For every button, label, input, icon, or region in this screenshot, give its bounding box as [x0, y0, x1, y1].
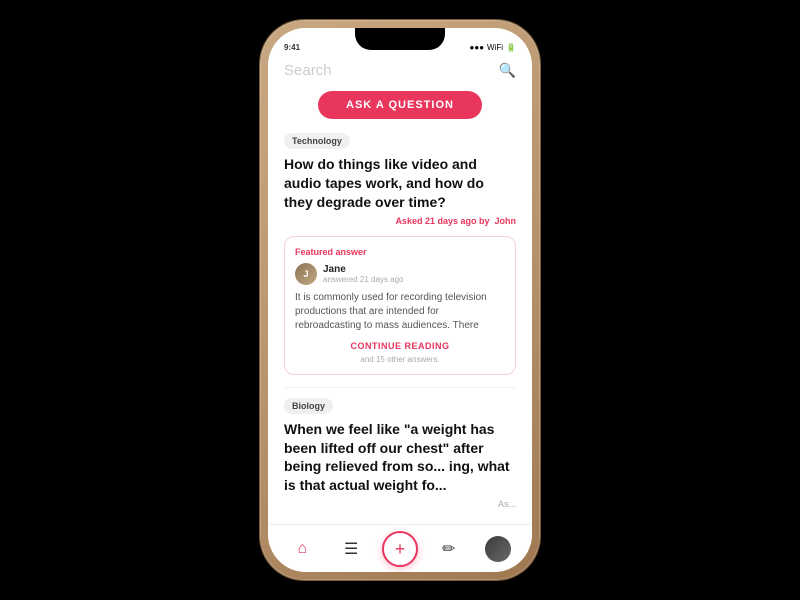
nav-profile[interactable] — [480, 531, 516, 567]
search-placeholder: Search — [284, 62, 332, 79]
answerer-name: Jane — [323, 264, 404, 275]
category-tag-1: Technology — [284, 133, 350, 149]
phone-frame: 9:41 ●●● WiFi 🔋 Search 🔍 ASK A QUESTION — [260, 20, 540, 580]
category-tag-2: Biology — [284, 398, 333, 414]
ask-button-container: ASK A QUESTION — [268, 87, 532, 131]
status-time: 9:41 — [284, 43, 300, 52]
phone-notch — [355, 28, 445, 50]
search-bar[interactable]: Search 🔍 — [268, 56, 532, 87]
answerer-info: Jane answered 21 days ago — [323, 264, 404, 284]
featured-answer-card: Featured answer J Jane answered 21 days … — [284, 236, 516, 375]
content-scroll: Technology How do things like video and … — [268, 131, 532, 524]
answer-text: It is commonly used for recording televi… — [295, 291, 505, 333]
question-meta-text: Asked 21 days ago by — [395, 216, 489, 226]
section-divider — [284, 387, 516, 388]
status-icons: ●●● WiFi 🔋 — [470, 43, 516, 52]
ask-question-button[interactable]: ASK A QUESTION — [318, 91, 482, 119]
home-icon: ⌂ — [298, 540, 308, 558]
answerer-date: answered 21 days ago — [323, 275, 404, 284]
other-answers-count: and 15 other answers. — [295, 355, 505, 364]
app-screen: 9:41 ●●● WiFi 🔋 Search 🔍 ASK A QUESTION — [268, 28, 532, 572]
nav-home[interactable]: ⌂ — [284, 531, 320, 567]
nav-feed[interactable]: ☰ — [333, 531, 369, 567]
nav-write[interactable]: ✏ — [431, 531, 467, 567]
bottom-nav: ⌂ ☰ + ✏ — [268, 524, 532, 572]
search-icon[interactable]: 🔍 — [499, 62, 516, 79]
question-meta-1: Asked 21 days ago by John — [284, 216, 516, 226]
question-card-1: Technology How do things like video and … — [284, 131, 516, 375]
profile-avatar — [485, 536, 511, 562]
edit-icon: ✏ — [442, 539, 455, 559]
question-card-2: Biology When we feel like "a weight has … — [284, 396, 516, 524]
question-title-2[interactable]: When we feel like "a weight has been lif… — [284, 420, 516, 496]
plus-icon: + — [395, 540, 406, 558]
answerer-row: J Jane answered 21 days ago — [295, 263, 505, 285]
continue-reading-button[interactable]: CONTINUE READING — [295, 341, 505, 351]
question-meta-2: As... — [284, 499, 516, 509]
featured-label: Featured answer — [295, 247, 505, 257]
phone-screen: 9:41 ●●● WiFi 🔋 Search 🔍 ASK A QUESTION — [268, 28, 532, 572]
question-title-1[interactable]: How do things like video and audio tapes… — [284, 155, 516, 212]
question-author[interactable]: John — [495, 216, 517, 226]
answerer-avatar: J — [295, 263, 317, 285]
add-fab-button[interactable]: + — [382, 531, 418, 567]
list-icon: ☰ — [344, 539, 358, 559]
